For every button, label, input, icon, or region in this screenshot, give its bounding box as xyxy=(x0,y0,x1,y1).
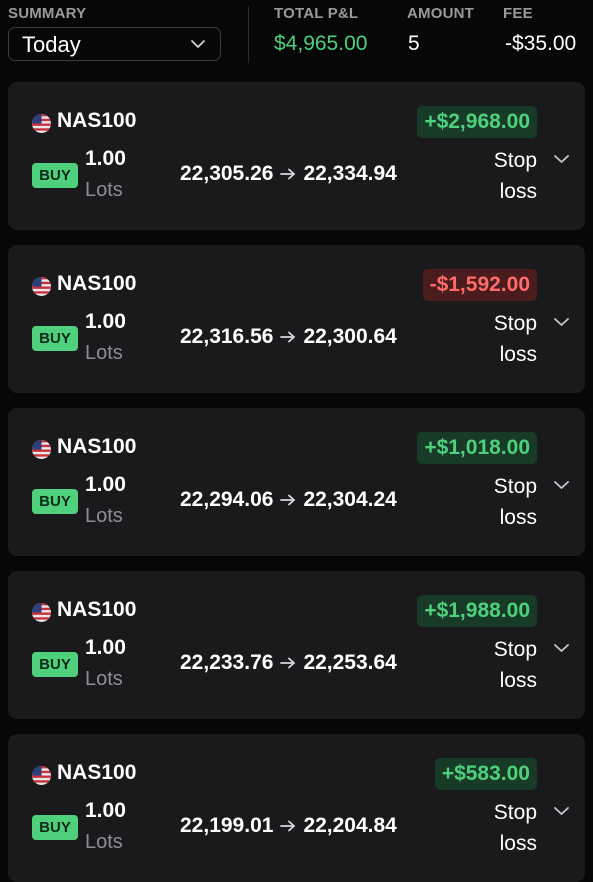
period-select-value: Today xyxy=(22,32,81,57)
lots-value: 1.00 xyxy=(85,147,126,170)
stop-loss-line1: Stop xyxy=(493,312,537,335)
lots-value: 1.00 xyxy=(85,636,126,659)
buy-badge: BUY xyxy=(32,163,78,188)
total-pnl-label: TOTAL P&L xyxy=(274,5,359,22)
current-price: 22,204.84 xyxy=(303,814,397,837)
arrow-right-icon xyxy=(280,821,296,832)
open-price: 22,316.56 xyxy=(180,325,274,348)
lots-value: 1.00 xyxy=(85,473,126,496)
position-card[interactable]: NAS100 +$2,968.00 BUY 1.00 Lots 22,305.26 22,3… xyxy=(8,82,585,230)
lots-value: 1.00 xyxy=(85,799,126,822)
stop-loss-line2: loss xyxy=(499,180,537,203)
summary-label: SUMMARY xyxy=(8,5,87,22)
position-pnl-badge: +$1,018.00 xyxy=(417,432,537,464)
position-card[interactable]: NAS100 +$1,018.00 BUY 1.00 Lots 22,294.06 22,3… xyxy=(8,408,585,556)
amount-label: AMOUNT xyxy=(407,5,475,22)
price-range: 22,199.01 22,204.84 xyxy=(180,814,397,838)
arrow-right-icon xyxy=(280,332,296,343)
lots-label: Lots xyxy=(85,668,123,690)
price-range: 22,294.06 22,304.24 xyxy=(180,488,397,512)
chevron-down-icon[interactable] xyxy=(553,479,570,491)
price-range: 22,316.56 22,300.64 xyxy=(180,325,397,349)
arrow-right-icon xyxy=(280,495,296,506)
position-symbol: NAS100 xyxy=(57,272,137,295)
position-symbol: NAS100 xyxy=(57,435,137,458)
chevron-down-icon xyxy=(191,40,205,48)
position-pnl-badge: +$1,988.00 xyxy=(417,595,537,627)
price-range: 22,305.26 22,334.94 xyxy=(180,162,397,186)
position-symbol: NAS100 xyxy=(57,598,137,621)
stop-loss-button[interactable]: Stop loss xyxy=(494,797,537,859)
chevron-down-icon[interactable] xyxy=(553,642,570,654)
buy-badge: BUY xyxy=(32,326,78,351)
stop-loss-button[interactable]: Stop loss xyxy=(494,308,537,370)
stop-loss-line2: loss xyxy=(499,343,537,366)
price-range: 22,233.76 22,253.64 xyxy=(180,651,397,675)
open-price: 22,233.76 xyxy=(180,651,274,674)
position-symbol: NAS100 xyxy=(57,109,137,132)
lots-value: 1.00 xyxy=(85,310,126,333)
position-pnl-badge: +$583.00 xyxy=(434,758,537,790)
stop-loss-line1: Stop xyxy=(493,638,537,661)
open-price: 22,305.26 xyxy=(180,162,274,185)
chevron-down-icon[interactable] xyxy=(553,805,570,817)
current-price: 22,334.94 xyxy=(303,162,397,185)
position-card[interactable]: NAS100 +$1,988.00 BUY 1.00 Lots 22,233.76 22,2… xyxy=(8,571,585,719)
lots-label: Lots xyxy=(85,342,123,364)
chevron-down-icon[interactable] xyxy=(553,316,570,328)
position-card[interactable]: NAS100 -$1,592.00 BUY 1.00 Lots 22,316.56 22,3… xyxy=(8,245,585,393)
open-price: 22,199.01 xyxy=(180,814,274,837)
fee-label: FEE xyxy=(503,5,533,22)
us-flag-icon xyxy=(32,277,51,296)
summary-divider xyxy=(248,6,249,63)
chevron-down-icon[interactable] xyxy=(553,153,570,165)
current-price: 22,304.24 xyxy=(303,488,397,511)
arrow-right-icon xyxy=(280,169,296,180)
stop-loss-line1: Stop xyxy=(493,801,537,824)
stop-loss-button[interactable]: Stop loss xyxy=(494,145,537,207)
position-card[interactable]: NAS100 +$583.00 BUY 1.00 Lots 22,199.01 22,204… xyxy=(8,734,585,882)
lots-label: Lots xyxy=(85,179,123,201)
fee-value: -$35.00 xyxy=(505,32,577,55)
summary-bar: SUMMARY Today TOTAL P&L $4,965.00 AMOUNT… xyxy=(0,0,593,72)
total-pnl-value: $4,965.00 xyxy=(274,32,368,55)
buy-badge: BUY xyxy=(32,489,78,514)
buy-badge: BUY xyxy=(32,652,78,677)
us-flag-icon xyxy=(32,440,51,459)
stop-loss-button[interactable]: Stop loss xyxy=(494,471,537,533)
open-price: 22,294.06 xyxy=(180,488,274,511)
position-pnl-badge: +$2,968.00 xyxy=(417,106,537,138)
amount-value: 5 xyxy=(408,32,420,55)
stop-loss-button[interactable]: Stop loss xyxy=(494,634,537,696)
stop-loss-line2: loss xyxy=(499,506,537,529)
lots-label: Lots xyxy=(85,831,123,853)
stop-loss-line2: loss xyxy=(499,669,537,692)
stop-loss-line1: Stop xyxy=(493,149,537,172)
period-select[interactable]: Today xyxy=(8,27,221,61)
lots-label: Lots xyxy=(85,505,123,527)
stop-loss-line1: Stop xyxy=(493,475,537,498)
position-pnl-badge: -$1,592.00 xyxy=(422,269,537,301)
current-price: 22,253.64 xyxy=(303,651,397,674)
arrow-right-icon xyxy=(280,658,296,669)
position-symbol: NAS100 xyxy=(57,761,137,784)
us-flag-icon xyxy=(32,603,51,622)
stop-loss-line2: loss xyxy=(499,832,537,855)
us-flag-icon xyxy=(32,114,51,133)
buy-badge: BUY xyxy=(32,815,78,840)
us-flag-icon xyxy=(32,766,51,785)
current-price: 22,300.64 xyxy=(303,325,397,348)
